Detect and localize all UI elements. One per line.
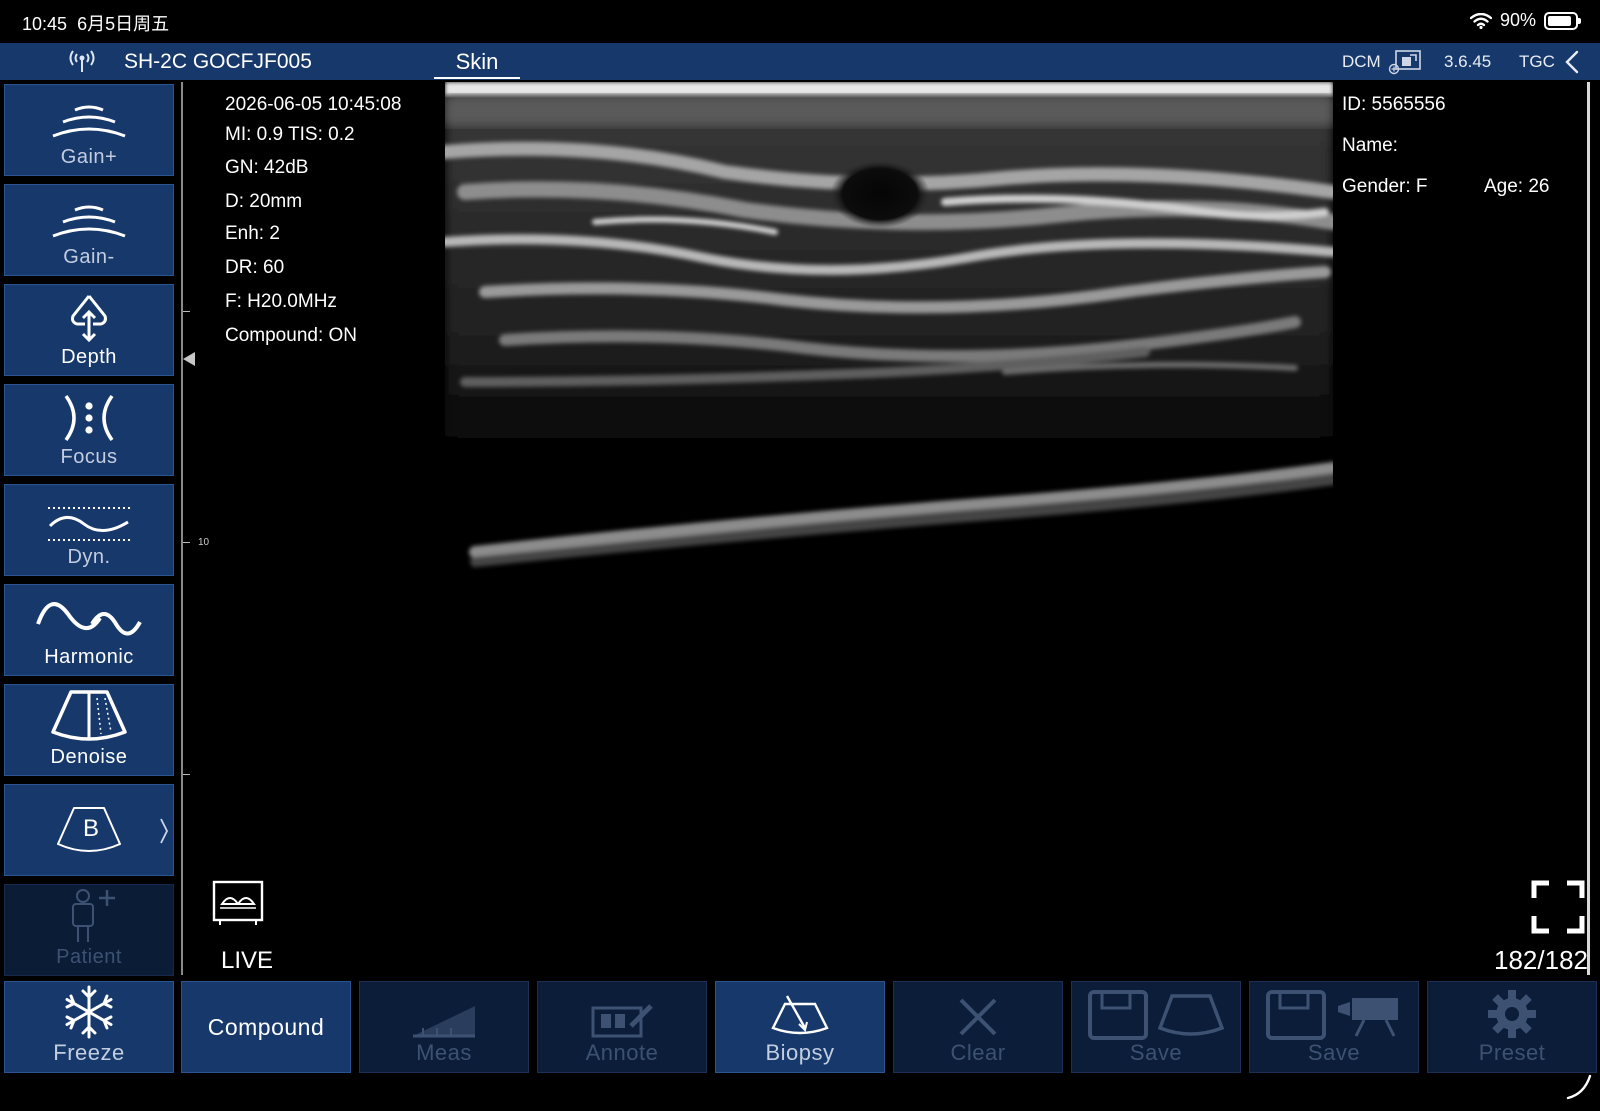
focus-button[interactable]: Focus (4, 384, 174, 476)
add-patient-icon (72, 889, 115, 942)
preset-label: Preset (1478, 1040, 1546, 1065)
dicom-network-icon[interactable] (1388, 49, 1422, 75)
version-label: 3.6.45 (1444, 52, 1492, 71)
gear-icon (1488, 990, 1536, 1038)
focus-icon (64, 394, 114, 442)
depth-tick (183, 774, 190, 775)
depth-scale-line (181, 82, 183, 975)
clear-x-icon (959, 998, 997, 1036)
b-mode-label: B (83, 815, 100, 842)
preset-button[interactable]: Preset (1427, 981, 1597, 1073)
focus-marker-icon[interactable] (182, 351, 196, 367)
gain-plus-label: Gain+ (60, 146, 118, 168)
freeze-button[interactable]: Freeze (4, 981, 174, 1073)
denoise-label: Denoise (50, 746, 128, 768)
meas-label: Meas (416, 1040, 472, 1065)
dyn-label: Dyn. (67, 546, 111, 568)
chevron-left-icon[interactable] (1564, 50, 1580, 74)
save-image-button[interactable]: Save (1071, 981, 1241, 1073)
measure-button[interactable]: Meas (359, 981, 529, 1073)
depth-button[interactable]: Depth (4, 284, 174, 376)
ruler-measure-icon (413, 1006, 475, 1038)
enhance-readout: Enh: 2 (225, 223, 280, 244)
biopsy-label: Biopsy (765, 1040, 835, 1065)
live-monitor-icon (212, 880, 264, 925)
dcm-label[interactable]: DCM (1342, 52, 1381, 72)
battery-percent: 90% (1499, 10, 1536, 30)
focus-label: Focus (60, 446, 118, 468)
depth-tick (183, 311, 190, 312)
biopsy-button[interactable]: Biopsy (715, 981, 885, 1073)
depth-tick-label: 10 (198, 537, 210, 548)
patient-label: Patient (56, 946, 122, 968)
header-bar: SH-2C GOCFJF005 Skin DCM 3.6.45 TGC (0, 43, 1600, 80)
depth-readout: D: 20mm (225, 191, 303, 212)
exam-mode-tab[interactable]: Skin (434, 49, 520, 79)
patient-id: ID: 5565556 (1342, 94, 1446, 115)
denoise-button[interactable]: Denoise (4, 684, 174, 776)
compound-button[interactable]: Compound (181, 981, 351, 1073)
image-right-border (1587, 82, 1590, 975)
wifi-icon (1469, 12, 1492, 29)
harmonic-label: Harmonic (44, 646, 134, 668)
clock: 10:45 (22, 14, 68, 34)
tgc-label[interactable]: TGC (1519, 52, 1555, 72)
gain-decrease-icon (52, 205, 126, 238)
gain-minus-label: Gain- (63, 246, 115, 268)
fullscreen-icon[interactable] (1531, 880, 1585, 934)
dynamic-range-readout: DR: 60 (225, 257, 285, 278)
annotate-pencil-icon (591, 1004, 653, 1038)
compound-readout: Compound: ON (225, 325, 358, 346)
harmonic-button[interactable]: Harmonic (4, 584, 174, 676)
clear-label: Clear (950, 1040, 1006, 1065)
save-video-button[interactable]: Save (1249, 981, 1419, 1073)
save-image-icon (1088, 990, 1225, 1040)
mi-tis-readout: MI: 0.9 TIS: 0.2 (225, 124, 355, 145)
wireless-probe-icon[interactable] (66, 48, 98, 74)
save-video-icon (1266, 990, 1398, 1040)
resize-corner-icon (1566, 1074, 1592, 1100)
patient-button[interactable]: Patient (4, 884, 174, 976)
gain-increase-icon (52, 105, 126, 138)
patient-name: Name: (1342, 135, 1398, 156)
gain-readout: GN: 42dB (225, 157, 309, 178)
live-label: LIVE (221, 947, 274, 974)
status-bar: 10:45 6月5日周五 90% (0, 0, 1600, 42)
dynamic-range-button[interactable]: Dyn. (4, 484, 174, 576)
depth-label: Depth (61, 346, 117, 368)
scan-datetime: 2026-06-05 10:45:08 (225, 94, 402, 115)
frame-counter: 182/182 (1494, 945, 1588, 975)
save-image-label: Save (1129, 1040, 1183, 1065)
battery-icon (1544, 11, 1581, 30)
snowflake-icon (65, 985, 113, 1039)
chevron-right-icon[interactable] (159, 817, 169, 845)
date: 6月5日周五 (77, 14, 170, 34)
save-video-label: Save (1307, 1040, 1361, 1065)
biopsy-needle-icon (771, 995, 829, 1035)
depth-arrows-icon (71, 295, 107, 343)
b-mode-button[interactable]: B (4, 784, 174, 876)
harmonic-wave-icon (36, 602, 142, 636)
gain-minus-button[interactable]: Gain- (4, 184, 174, 276)
annote-label: Annote (585, 1040, 659, 1065)
status-right: 90% (1469, 10, 1581, 31)
annotate-button[interactable]: Annote (537, 981, 707, 1073)
dynamic-range-icon (48, 507, 130, 541)
battery-level (1548, 15, 1572, 26)
gain-plus-button[interactable]: Gain+ (4, 84, 174, 176)
depth-tick (183, 542, 190, 543)
patient-gender: Gender: F (1342, 176, 1428, 197)
freeze-label: Freeze (53, 1040, 125, 1065)
patient-age: Age: 26 (1484, 176, 1550, 197)
ultrasound-scan-image (445, 82, 1333, 567)
denoise-sector-icon (51, 690, 127, 741)
status-time: 10:45 6月5日周五 (22, 10, 169, 36)
device-name: SH-2C GOCFJF005 (124, 50, 312, 73)
frequency-readout: F: H20.0MHz (225, 291, 337, 312)
compound-label: Compound (207, 1013, 325, 1040)
clear-button[interactable]: Clear (893, 981, 1063, 1073)
